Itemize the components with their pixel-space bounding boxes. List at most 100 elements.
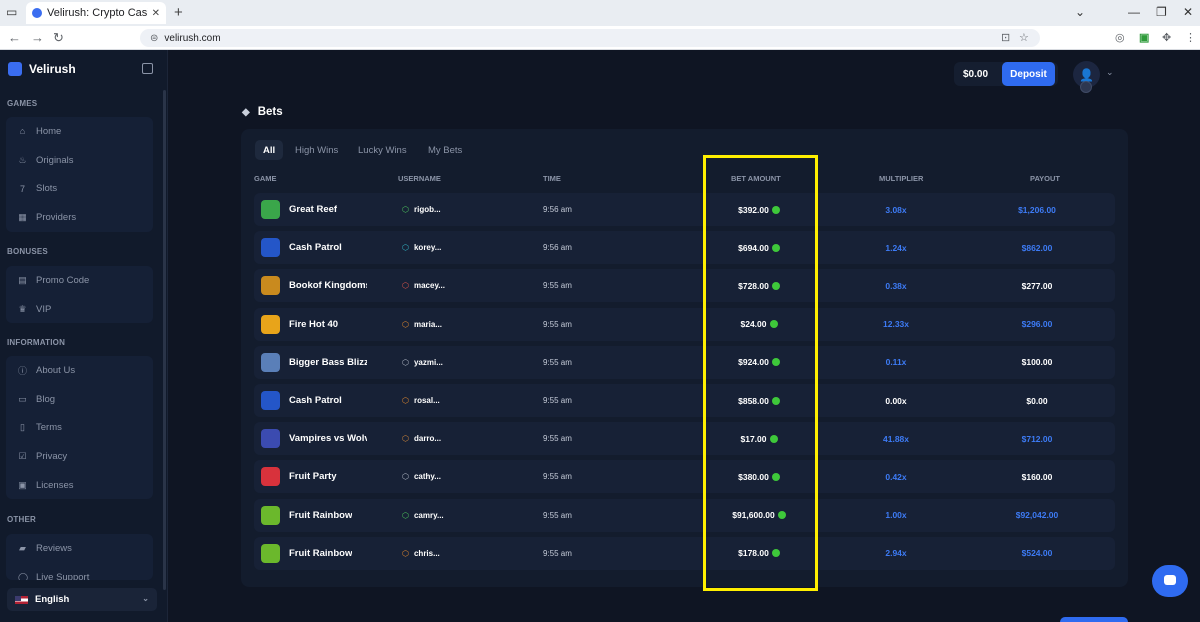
username-cell: ⬡ rosal...	[402, 384, 440, 417]
payout-cell: $0.00	[987, 384, 1087, 417]
table-row[interactable]: Cash Patrol ⬡ rosal... 9:55 am $858.00 0.00x $…	[254, 384, 1115, 417]
game-cell[interactable]: Fruit Rainbow	[261, 499, 352, 532]
tab-high-wins[interactable]: High Wins	[287, 140, 346, 160]
flame-icon: ♨	[18, 154, 27, 165]
sidebar-item-home[interactable]: ⌂ Home	[6, 117, 153, 146]
time-cell: 9:55 am	[543, 422, 572, 455]
game-name: Bookof Kingdoms	[289, 280, 367, 292]
url-field[interactable]: ⊜ velirush.com	[140, 29, 1040, 47]
bet-amount-highlight-box	[703, 155, 818, 591]
username: darro...	[413, 434, 442, 444]
game-cell[interactable]: Fruit Rainbow	[261, 537, 352, 570]
nav-group-information: ⓘ About Us ▭ Blog ▯ Terms ☑ Privacy ▣ License…	[6, 356, 153, 500]
table-row[interactable]: Fruit Rainbow ⬡ chris... 9:55 am $178.00 2.94…	[254, 536, 1115, 570]
browser-tab[interactable]: Velirush: Crypto Casino Games ✕	[26, 2, 166, 24]
extension-icon[interactable]: ◎	[1115, 31, 1125, 44]
username: camry...	[413, 510, 444, 520]
game-cell[interactable]: Vampires vs Wolves	[261, 422, 367, 455]
table-row[interactable]: Bigger Bass Blizzard⬡yazmi...9:55 am$924…	[254, 345, 1115, 379]
sidebar-item-promo-code[interactable]: ▤ Promo Code	[6, 266, 153, 295]
tab-close-icon[interactable]: ✕	[152, 8, 160, 19]
sidebar-item-terms[interactable]: ▯ Terms	[6, 413, 153, 442]
extension-green-icon[interactable]: ▣	[1139, 31, 1149, 44]
minimize-icon[interactable]: —	[1128, 5, 1140, 19]
tab-search-icon[interactable]: ⌄	[1075, 5, 1085, 19]
multiplier-cell: 0.38x	[846, 269, 946, 302]
user-rank-icon: ⬡	[402, 281, 409, 291]
game-cell[interactable]: Great Reef	[261, 193, 337, 226]
bet-time: 9:56 am	[543, 205, 572, 214]
collapse-sidebar-icon[interactable]	[142, 63, 153, 74]
column-header-multiplier: MULTIPLIER	[879, 174, 924, 183]
new-tab-button[interactable]: +	[174, 4, 183, 21]
browser-menu-icon[interactable]: ⋮	[1185, 31, 1196, 44]
sidebar-item-blog[interactable]: ▭ Blog	[6, 385, 153, 414]
load-more-button[interactable]	[1060, 617, 1128, 622]
game-name: Fruit Rainbow	[289, 547, 353, 559]
sidebar-item-licenses[interactable]: ▣ Licenses	[6, 471, 153, 500]
sidebar-item-reviews[interactable]: ▰ Reviews	[6, 534, 153, 563]
site-info-icon[interactable]: ⊜	[150, 33, 158, 44]
sidebar-item-live-support[interactable]: ◯ Live Support	[6, 563, 153, 580]
tab-my-bets[interactable]: My Bets	[420, 140, 470, 160]
nav-group-other: ▰ Reviews ◯ Live Support	[6, 534, 153, 580]
time-cell: 9:55 am	[543, 460, 572, 493]
game-cell[interactable]: Bigger Bass Blizzard	[261, 346, 367, 379]
maximize-icon[interactable]: ❐	[1156, 5, 1167, 19]
live-chat-button[interactable]	[1152, 565, 1188, 597]
forward-icon[interactable]: →	[31, 30, 44, 45]
sidebar-item-privacy[interactable]: ☑ Privacy	[6, 442, 153, 471]
brand-name: Velirush	[29, 62, 76, 76]
table-row[interactable]: Bookof Kingdoms ⬡ macey... 9:55 am $728.00 0.…	[254, 269, 1115, 303]
username-cell: ⬡ yazmi...	[402, 346, 443, 379]
tab-lucky-wins[interactable]: Lucky Wins	[350, 140, 415, 160]
section-label-information: INFORMATION	[7, 338, 66, 347]
game-cell[interactable]: Cash Patrol	[261, 384, 342, 417]
wallet-balance: $0.00	[963, 69, 989, 80]
time-cell: 9:55 am	[543, 346, 572, 379]
install-app-icon[interactable]: ⊡	[1001, 31, 1010, 44]
brand[interactable]: Velirush	[8, 62, 76, 76]
sidebar-item-vip[interactable]: ♛ VIP	[6, 295, 153, 324]
table-row[interactable]: Cash Patrol ⬡ korey... 9:56 am $694.00 1.24x $…	[254, 231, 1115, 265]
reload-icon[interactable]: ↻	[53, 30, 64, 46]
game-cell[interactable]: Cash Patrol	[261, 231, 342, 264]
section-label-games: GAMES	[7, 99, 38, 108]
sidebar-item-providers[interactable]: ▦ Providers	[6, 203, 153, 232]
game-thumbnail-icon	[261, 391, 280, 410]
sidebar-item-originals[interactable]: ♨ Originals	[6, 146, 153, 175]
sidebar-scrollbar[interactable]	[163, 90, 166, 590]
us-flag-icon	[15, 595, 28, 604]
table-row[interactable]: Vampires vs Wolves⬡darro...9:55 am$17.00…	[254, 422, 1115, 456]
sidebar-item-slots[interactable]: 7 Slots	[6, 174, 153, 203]
slots-icon: 7	[19, 183, 25, 194]
multiplier-cell: 2.94x	[846, 537, 946, 570]
language-select[interactable]: English ⌄	[7, 588, 157, 611]
column-header-time: TIME	[543, 174, 561, 183]
account-chevron-down-icon[interactable]: ⌄	[1106, 67, 1114, 78]
tab-all[interactable]: All	[255, 140, 284, 160]
back-icon[interactable]: ←	[8, 30, 21, 45]
table-row[interactable]: Fire Hot 40 ⬡ maria... 9:55 am $24.00 12.33x $…	[254, 307, 1115, 341]
multiplier: 2.94x	[885, 548, 907, 559]
bookmark-star-icon[interactable]: ☆	[1019, 31, 1029, 44]
tab-menu-icon[interactable]: ▭	[6, 5, 17, 19]
game-cell[interactable]: Bookof Kingdoms	[261, 269, 367, 302]
extensions-puzzle-icon[interactable]: ✥	[1162, 31, 1171, 44]
payout: $862.00	[1021, 242, 1053, 253]
multiplier-cell: 1.24x	[846, 231, 946, 264]
payout: $160.00	[1021, 471, 1053, 482]
table-row[interactable]: Fruit Rainbow ⬡ camry... 9:55 am $91,600.00 1…	[254, 498, 1115, 532]
sidebar-item-about-us[interactable]: ⓘ About Us	[6, 356, 153, 385]
close-window-icon[interactable]: ✕	[1183, 5, 1193, 19]
username: maria...	[413, 319, 442, 329]
bet-time: 9:55 am	[543, 548, 572, 558]
nav-group-games: ⌂ Home ♨ Originals 7 Slots ▦ Providers	[6, 117, 153, 232]
table-row[interactable]: Fruit Party ⬡ cathy... 9:55 am $380.00 0.42x $…	[254, 460, 1115, 494]
bet-time: 9:55 am	[543, 319, 572, 329]
game-cell[interactable]: Fire Hot 40	[261, 308, 338, 341]
deposit-button[interactable]: Deposit	[1002, 62, 1055, 86]
user-rank-icon: ⬡	[402, 396, 409, 405]
game-cell[interactable]: Fruit Party	[261, 460, 337, 493]
table-row[interactable]: Great Reef ⬡ rigob... 9:56 am $392.00 3.08x $1…	[254, 193, 1115, 226]
